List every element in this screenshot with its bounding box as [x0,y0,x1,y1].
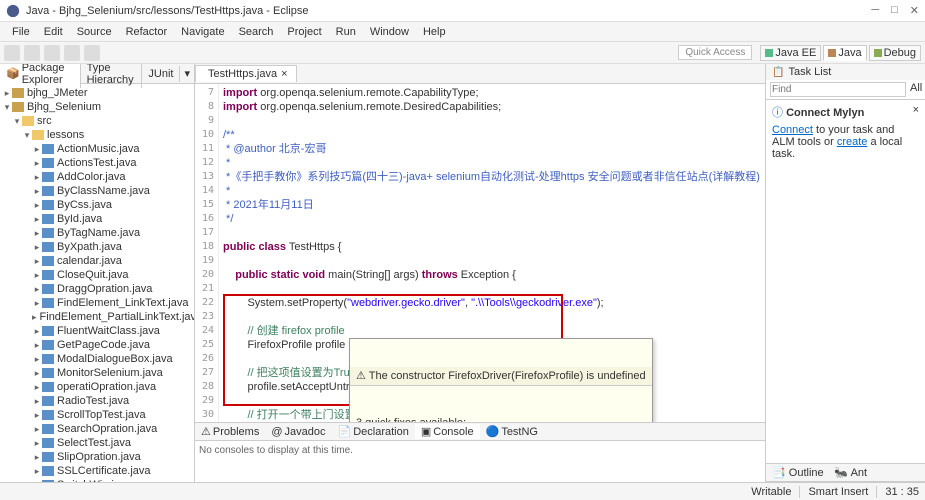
menu-file[interactable]: File [6,24,36,40]
java-file[interactable]: ▸calendar.java [2,254,192,268]
menu-bar: File Edit Source Refactor Navigate Searc… [0,22,925,42]
error-icon: ⚠ [356,370,366,382]
quickfix-popup: ⚠ The constructor FirefoxDriver(FirefoxP… [349,338,653,422]
java-file[interactable]: ▸ByCss.java [2,198,192,212]
menu-project[interactable]: Project [281,24,327,40]
java-file[interactable]: ▸SSLCertificate.java [2,464,192,478]
src-folder[interactable]: ▾src [2,114,192,128]
java-file[interactable]: ▸SearchOpration.java [2,422,192,436]
menu-edit[interactable]: Edit [38,24,69,40]
task-list-header: 📋 Task List [766,64,925,80]
view-menu-icon[interactable]: ▾ [184,67,190,80]
mylyn-text: Connect to your task and ALM tools or cr… [772,124,919,160]
java-file[interactable]: ▸CloseQuit.java [2,268,192,282]
window-title: Java - Bjhg_Selenium/src/lessons/TestHtt… [26,5,871,17]
code-editor[interactable]: 7 8 9 10 11 12 13 14 15 16 17 18 19 20 2… [195,84,765,422]
ant-tab[interactable]: 🐜 Ant [834,466,867,479]
java-file[interactable]: ▸AddColor.java [2,170,192,184]
junit-tab[interactable]: JUnit [142,66,180,82]
java-file[interactable]: ▸ModalDialogueBox.java [2,352,192,366]
menu-run[interactable]: Run [330,24,362,40]
java-file[interactable]: ▸SlipOpration.java [2,450,192,464]
info-icon: ⓘ [772,107,783,119]
problems-tab[interactable]: ⚠ Problems [195,424,265,439]
perspective-debug[interactable]: Debug [869,45,921,61]
close-button[interactable]: ✕ [910,4,919,17]
javadoc-tab[interactable]: @ Javadoc [265,425,331,439]
save-icon[interactable] [24,45,40,61]
editor-tab[interactable]: TestHttps.java × [195,65,297,82]
status-bar: Writable Smart Insert 31 : 35 [0,482,925,500]
status-insert: Smart Insert [808,486,868,498]
java-file[interactable]: ▸GetPageCode.java [2,338,192,352]
menu-search[interactable]: Search [233,24,280,40]
quickfix-header: The constructor FirefoxDriver(FirefoxPro… [369,370,646,382]
java-file[interactable]: ▸ById.java [2,212,192,226]
perspective-javaee[interactable]: Java EE [760,45,821,61]
build-icon[interactable] [84,45,100,61]
project[interactable]: ▾Bjhg_Selenium [2,100,192,114]
java-file[interactable]: ▸ByClassName.java [2,184,192,198]
task-all[interactable]: All [910,82,922,97]
mylyn-title: Connect Mylyn [786,107,864,119]
quick-access[interactable]: Quick Access [678,45,752,60]
testng-tab[interactable]: 🔵 TestNG [480,424,544,439]
java-file[interactable]: ▸MonitorSelenium.java [2,366,192,380]
java-file[interactable]: ▸DraggOpration.java [2,282,192,296]
debug-icon[interactable] [44,45,60,61]
declaration-tab[interactable]: 📄 Declaration [332,424,415,439]
java-file[interactable]: ▸FindElement_PartialLinkText.java [2,310,192,324]
java-file[interactable]: ▸SelectTest.java [2,436,192,450]
menu-refactor[interactable]: Refactor [120,24,174,40]
perspective-java[interactable]: Java [823,45,866,61]
project[interactable]: ▸bjhg_JMeter [2,86,192,100]
java-file[interactable]: ▸ScrollTopTest.java [2,408,192,422]
console-content: No consoles to display at this time. [195,441,765,482]
maximize-button[interactable]: □ [891,4,898,17]
package-explorer-tree[interactable]: ▸bjhg_JMeter▾Bjhg_Selenium▾src▾lessons▸A… [0,84,194,482]
menu-source[interactable]: Source [71,24,118,40]
status-writable: Writable [751,486,791,498]
menu-help[interactable]: Help [417,24,452,40]
java-file[interactable]: ▸ByXpath.java [2,240,192,254]
title-bar: Java - Bjhg_Selenium/src/lessons/TestHtt… [0,0,925,22]
status-pos: 31 : 35 [885,486,919,498]
java-file[interactable]: ▸RadioTest.java [2,394,192,408]
minimize-button[interactable]: ─ [871,4,879,17]
java-file[interactable]: ▸FindElement_LinkText.java [2,296,192,310]
eclipse-icon [6,4,20,18]
outline-tab[interactable]: 📑 Outline [772,466,824,479]
task-find-input[interactable] [770,82,906,97]
quickfix-sub: 3 quick fixes available: [350,414,652,422]
close-tab-icon[interactable]: × [281,68,287,80]
java-file[interactable]: ▸operatiOpration.java [2,380,192,394]
new-icon[interactable] [4,45,20,61]
java-file[interactable]: ▸ActionsTest.java [2,156,192,170]
toolbar: Quick Access Java EE Java Debug [0,42,925,64]
menu-window[interactable]: Window [364,24,415,40]
close-mylyn-icon[interactable]: × [913,104,919,116]
console-tab[interactable]: ▣ Console [415,424,480,439]
menu-navigate[interactable]: Navigate [175,24,230,40]
package[interactable]: ▾lessons [2,128,192,142]
java-file[interactable]: ▸ByTagName.java [2,226,192,240]
java-file[interactable]: ▸ActionMusic.java [2,142,192,156]
run-icon[interactable] [64,45,80,61]
java-file[interactable]: ▸FluentWaitClass.java [2,324,192,338]
